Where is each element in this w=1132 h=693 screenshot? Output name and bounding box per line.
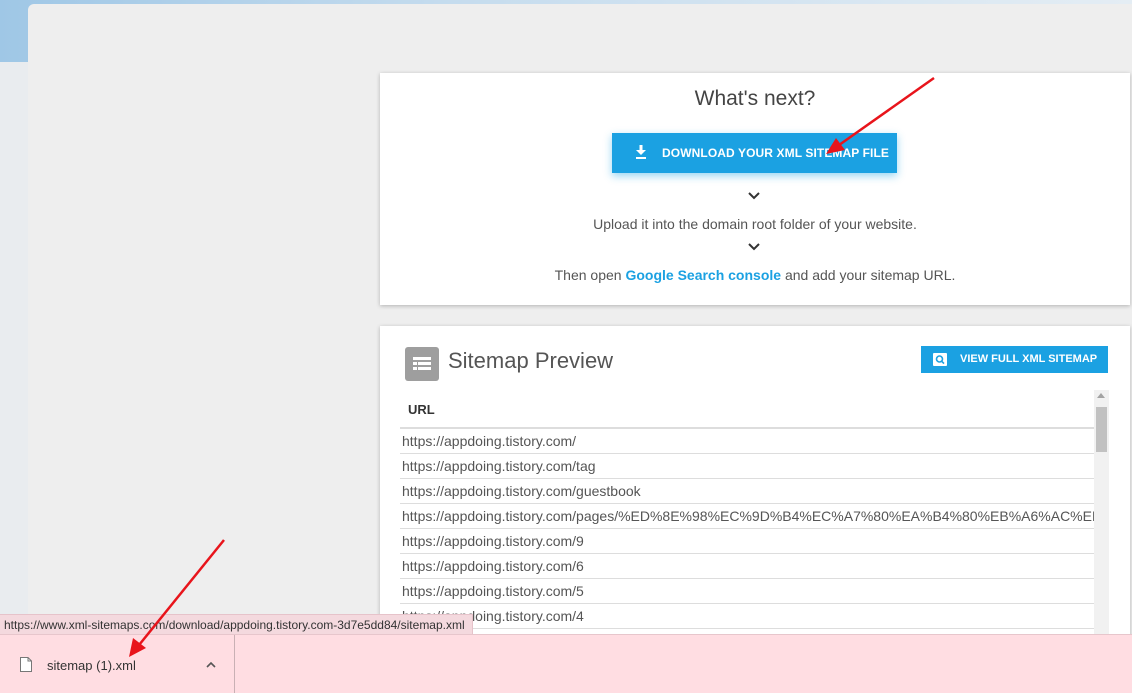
download-shelf: sitemap (1).xml [0, 634, 1132, 693]
table-row: https://appdoing.tistory.com/4 [400, 604, 1094, 629]
table-row: https://appdoing.tistory.com/guestbook [400, 479, 1094, 504]
whats-next-card: What's next? DOWNLOAD YOUR XML SITEMAP F… [380, 73, 1130, 305]
upload-instruction: Upload it into the domain root folder of… [593, 216, 917, 232]
view-button-label: VIEW FULL XML SITEMAP [960, 353, 1098, 365]
view-full-sitemap-button[interactable]: VIEW FULL XML SITEMAP [921, 346, 1108, 373]
instruction-prefix: Then open [554, 267, 626, 283]
whats-next-title: What's next? [694, 87, 816, 110]
url-list: https://appdoing.tistory.com/ https://ap… [400, 429, 1094, 646]
chevron-down-icon [748, 243, 760, 251]
scroll-up-arrow[interactable] [1097, 393, 1105, 398]
instruction-suffix: and add your sitemap URL. [781, 267, 956, 283]
sitemap-preview-card: Sitemap Preview VIEW FULL XML SITEMAP UR… [380, 326, 1130, 646]
search-console-instruction: Then open Google Search console and add … [380, 267, 1130, 283]
url-column-header: URL [408, 402, 435, 417]
download-sitemap-button[interactable]: DOWNLOAD YOUR XML SITEMAP FILE [612, 133, 897, 173]
download-button-label: DOWNLOAD YOUR XML SITEMAP FILE [662, 146, 890, 160]
table-row: https://appdoing.tistory.com/pages/%ED%8… [400, 504, 1094, 529]
table-row: https://appdoing.tistory.com/9 [400, 529, 1094, 554]
magnifier-icon [933, 353, 947, 366]
scrollbar-thumb[interactable] [1096, 407, 1107, 452]
downloaded-file-name: sitemap (1).xml [47, 658, 136, 673]
download-icon [636, 145, 646, 159]
google-search-console-link[interactable]: Google Search console [625, 267, 781, 283]
downloaded-file-item[interactable]: sitemap (1).xml [0, 635, 235, 693]
table-row: https://appdoing.tistory.com/tag [400, 454, 1094, 479]
table-icon [405, 347, 439, 381]
status-bar-url: https://www.xml-sitemaps.com/download/ap… [0, 614, 473, 636]
table-row: https://appdoing.tistory.com/6 [400, 554, 1094, 579]
file-icon [20, 657, 32, 672]
caret-up-icon[interactable] [206, 661, 216, 668]
table-row: https://appdoing.tistory.com/5 [400, 579, 1094, 604]
sitemap-preview-title: Sitemap Preview [448, 348, 614, 373]
chevron-down-icon [748, 192, 760, 200]
table-scrollbar[interactable] [1094, 390, 1109, 646]
table-row: https://appdoing.tistory.com/ [400, 429, 1094, 454]
